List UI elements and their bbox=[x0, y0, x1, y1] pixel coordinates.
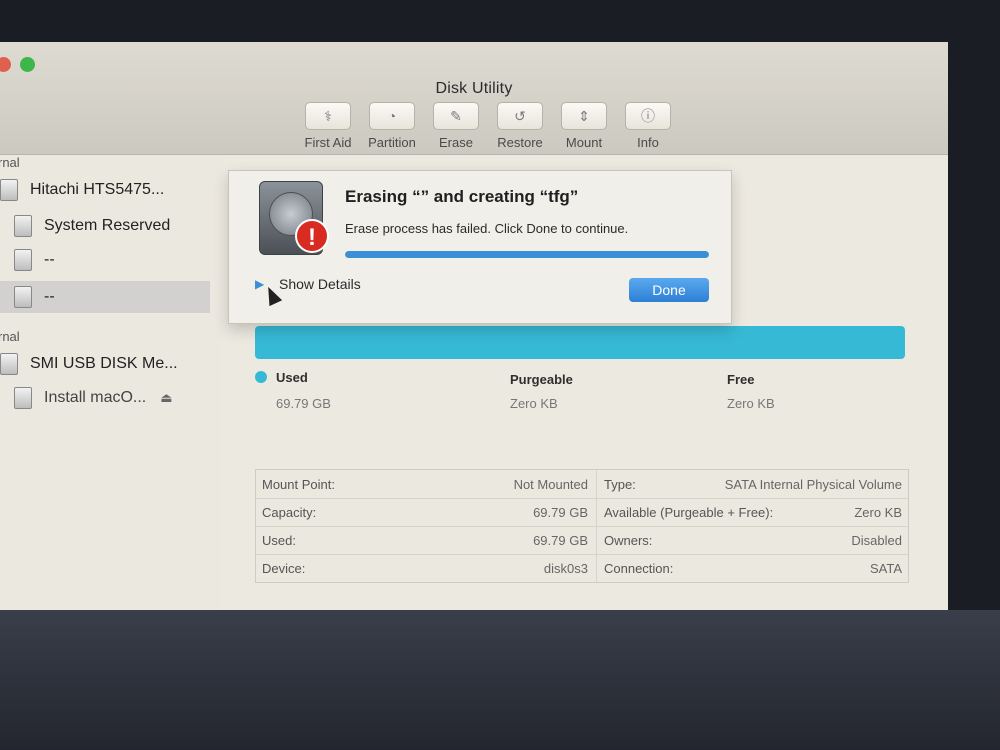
sidebar-item-label: Install macO... bbox=[44, 389, 147, 406]
drive-icon bbox=[0, 353, 18, 375]
purgeable-value: Zero KB bbox=[510, 396, 558, 411]
available-label: Available (Purgeable + Free): bbox=[604, 505, 774, 520]
used-info-value: 69.79 GB bbox=[533, 533, 588, 548]
connection-value: SATA bbox=[869, 561, 902, 576]
free-value: Zero KB bbox=[727, 396, 775, 411]
info-button[interactable]: ⓘ Info bbox=[616, 102, 680, 158]
usage-bar bbox=[255, 326, 905, 359]
connection-label: Connection: bbox=[604, 561, 674, 576]
sidebar-item-label: SMI USB DISK Me... bbox=[30, 355, 178, 372]
show-details-toggle[interactable]: Show Details bbox=[279, 276, 361, 292]
window-title: Disk Utility bbox=[435, 80, 513, 97]
available-value: Zero KB bbox=[854, 505, 902, 520]
partition-button[interactable]: ◔ Partition bbox=[360, 102, 424, 158]
alert-icon: ! bbox=[295, 219, 329, 253]
done-button[interactable]: Done bbox=[629, 278, 709, 302]
mount-icon: ⇕ bbox=[578, 107, 590, 124]
mount-point-label: Mount Point: bbox=[262, 477, 335, 492]
type-value: SATA Internal Physical Volume bbox=[724, 477, 902, 492]
info-table: Mount Point: Not Mounted Type: SATA Inte… bbox=[255, 469, 909, 583]
volume-icon bbox=[14, 249, 32, 271]
sidebar-item-hitachi[interactable]: Hitachi HTS5475... bbox=[0, 179, 164, 201]
table-row: Device: disk0s3 Connection: SATA bbox=[256, 554, 908, 582]
mount-button[interactable]: ⇕ Mount bbox=[552, 102, 616, 158]
sidebar: rnal Hitachi HTS5475... System Reserved … bbox=[0, 155, 222, 610]
first-aid-button[interactable]: ⚕ First Aid bbox=[296, 102, 360, 158]
device-label: Device: bbox=[262, 561, 306, 576]
used-legend-dot bbox=[255, 371, 267, 383]
free-title: Free bbox=[727, 372, 755, 387]
close-button[interactable] bbox=[0, 57, 11, 72]
type-label: Type: bbox=[604, 477, 636, 492]
table-row: Used: 69.79 GB Owners: Disabled bbox=[256, 526, 908, 555]
owners-value: Disabled bbox=[851, 533, 902, 548]
progress-fill bbox=[345, 251, 709, 258]
erase-sheet: ! Erasing “” and creating “tfg” Erase pr… bbox=[228, 170, 732, 324]
sidebar-item-volume-2[interactable]: -- bbox=[14, 249, 55, 271]
external-section-header: rnal bbox=[0, 329, 20, 344]
info-icon: ⓘ bbox=[641, 108, 655, 124]
used-value: 69.79 GB bbox=[276, 396, 331, 411]
sidebar-item-smi-usb[interactable]: SMI USB DISK Me... bbox=[0, 353, 178, 375]
erase-label: Erase bbox=[439, 135, 473, 150]
mount-point-value: Not Mounted bbox=[513, 477, 588, 492]
table-row: Mount Point: Not Mounted Type: SATA Inte… bbox=[256, 470, 908, 499]
sidebar-item-label: -- bbox=[44, 251, 55, 268]
info-label: Info bbox=[637, 135, 659, 150]
eraser-icon: ✎ bbox=[450, 107, 462, 124]
sidebar-item-label: -- bbox=[44, 288, 55, 305]
first-aid-label: First Aid bbox=[304, 135, 352, 150]
erase-button[interactable]: ✎ Erase bbox=[424, 102, 488, 158]
table-row: Capacity: 69.79 GB Available (Purgeable … bbox=[256, 498, 908, 527]
partition-label: Partition bbox=[368, 135, 416, 150]
sidebar-item-volume-3[interactable]: -- bbox=[0, 281, 210, 313]
restore-icon: ↺ bbox=[514, 107, 526, 124]
sidebar-item-system-reserved[interactable]: System Reserved bbox=[14, 215, 170, 237]
sidebar-item-install-macos[interactable]: Install macO... ⏏ bbox=[14, 387, 173, 409]
capacity-value: 69.79 GB bbox=[533, 505, 588, 520]
mount-label: Mount bbox=[565, 135, 603, 150]
eject-icon[interactable]: ⏏ bbox=[160, 390, 172, 406]
volume-icon bbox=[14, 215, 32, 237]
sidebar-item-label: System Reserved bbox=[44, 217, 171, 234]
restore-label: Restore bbox=[497, 135, 543, 150]
restore-button[interactable]: ↺ Restore bbox=[488, 102, 552, 158]
sidebar-item-label: Hitachi HTS5475... bbox=[30, 181, 165, 198]
titlebar: Disk Utility ⚕ First Aid ◔ Partition ✎ E… bbox=[0, 42, 948, 155]
capacity-label: Capacity: bbox=[262, 505, 317, 520]
zoom-button[interactable] bbox=[20, 57, 35, 72]
volume-icon bbox=[14, 387, 32, 409]
internal-section-header: rnal bbox=[0, 155, 20, 170]
used-label: Used: bbox=[262, 533, 296, 548]
purgeable-title: Purgeable bbox=[510, 372, 573, 387]
volume-icon bbox=[14, 286, 32, 308]
stethoscope-icon: ⚕ bbox=[324, 107, 332, 124]
pie-icon: ◔ bbox=[387, 108, 397, 124]
toolbar: ⚕ First Aid ◔ Partition ✎ Erase ↺ Restor… bbox=[296, 102, 680, 158]
device-value: disk0s3 bbox=[543, 561, 588, 576]
used-title: Used bbox=[276, 370, 308, 385]
sheet-title: Erasing “” and creating “tfg” bbox=[345, 187, 579, 206]
sheet-message: Erase process has failed. Click Done to … bbox=[345, 221, 629, 236]
owners-label: Owners: bbox=[604, 533, 653, 548]
screen-bezel bbox=[0, 610, 1000, 750]
erase-progress-bar bbox=[345, 251, 709, 258]
drive-icon bbox=[0, 179, 18, 201]
